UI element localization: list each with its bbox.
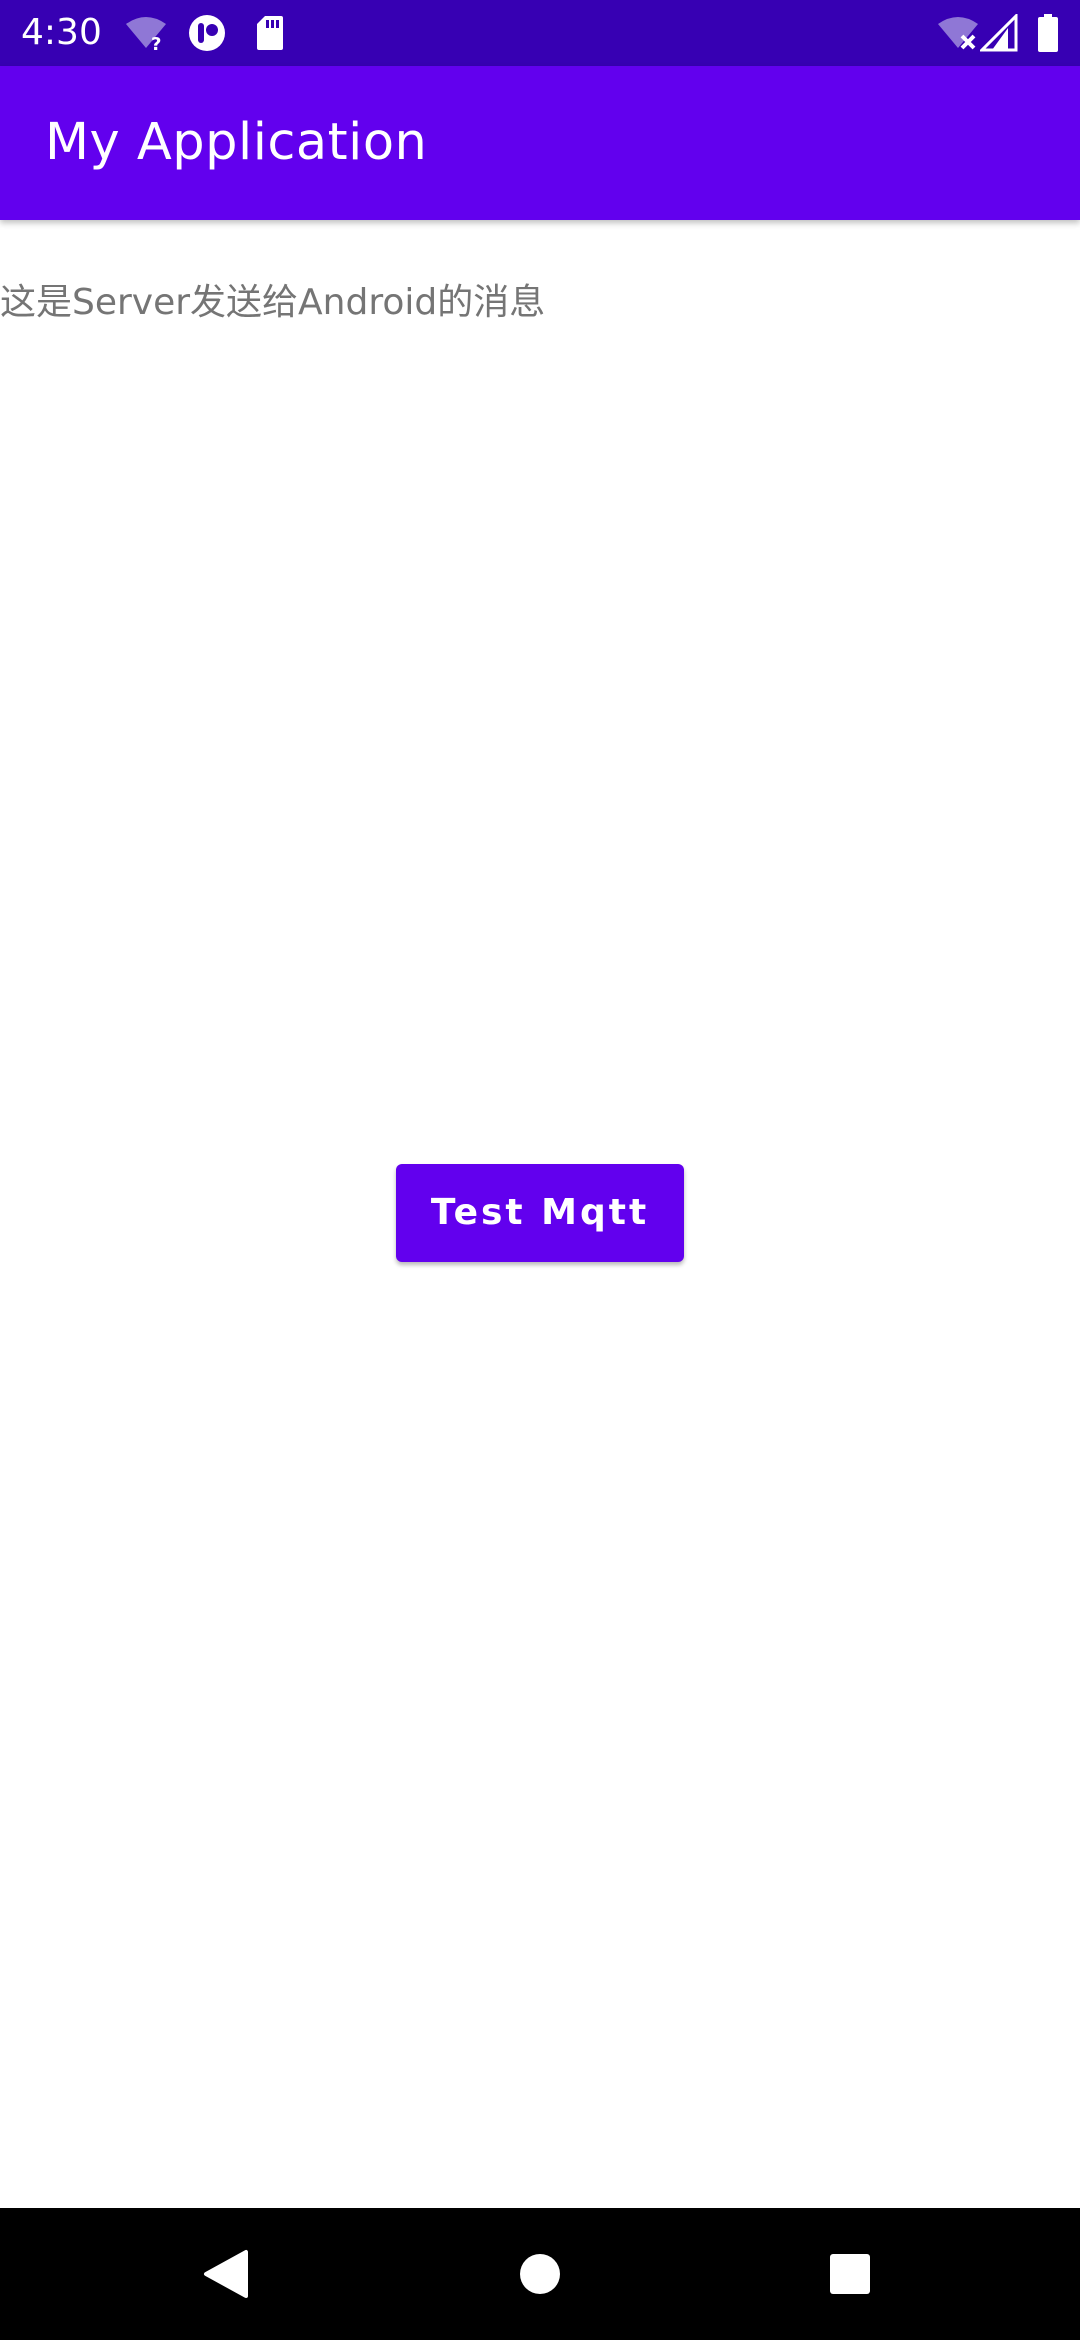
status-bar: 4:30 ? bbox=[0, 0, 1080, 66]
wifi-unknown-icon: ? bbox=[126, 17, 166, 52]
home-icon[interactable] bbox=[498, 2232, 582, 2316]
sd-card-icon bbox=[257, 16, 283, 50]
status-time: 4:30 bbox=[21, 12, 102, 53]
app-title: My Application bbox=[45, 113, 428, 172]
navigation-bar bbox=[0, 2208, 1080, 2340]
back-icon[interactable] bbox=[184, 2232, 268, 2316]
test-mqtt-button[interactable]: Test Mqtt bbox=[396, 1164, 684, 1262]
app-notification-icon bbox=[189, 15, 225, 51]
wifi-off-icon bbox=[938, 17, 978, 50]
recents-icon[interactable] bbox=[808, 2232, 892, 2316]
app-bar: My Application bbox=[0, 66, 1080, 220]
server-message-text: 这是Server发送给Android的消息 bbox=[0, 282, 546, 323]
cell-signal-icon bbox=[980, 14, 1018, 52]
svg-text:?: ? bbox=[151, 34, 161, 52]
battery-icon bbox=[1038, 14, 1058, 52]
